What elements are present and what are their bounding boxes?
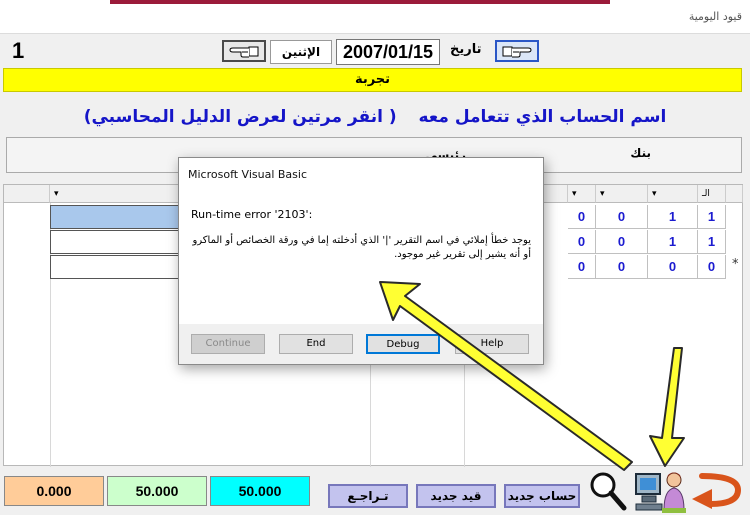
grid-header[interactable]: ▾ — [568, 185, 596, 203]
day-name-field: الإثنين — [270, 40, 332, 64]
table-cell[interactable]: 0 — [596, 255, 648, 279]
table-cell[interactable]: 1 — [698, 230, 726, 254]
pointing-hand-right-icon — [502, 46, 532, 58]
account-heading-label: اسم الحساب الذي تتعامل معه — [418, 107, 667, 127]
table-cell[interactable]: 0 — [648, 255, 698, 279]
grid-header-first: الـ — [698, 185, 726, 203]
date-field[interactable]: 2007/01/15 — [336, 39, 440, 65]
account-heading-hint: ( انقر مرتين لعرض الدليل المحاسبي) — [83, 107, 397, 127]
error-message: يوجد خطأ إملائي في اسم التقرير '|' الذي … — [192, 235, 531, 260]
new-account-button[interactable]: حساب جديد — [504, 484, 580, 508]
table-cell[interactable]: 1 — [698, 205, 726, 229]
continue-button: Continue — [191, 334, 265, 354]
table-cell[interactable]: 1 — [648, 230, 698, 254]
grid-header[interactable]: ▾ — [596, 185, 648, 203]
previous-day-button[interactable] — [222, 40, 266, 62]
dialog-title: Microsoft Visual Basic — [179, 158, 543, 188]
record-number: 1 — [12, 38, 25, 63]
debug-button[interactable]: Debug — [366, 334, 440, 354]
exit-button[interactable] — [688, 470, 744, 510]
back-arrow-icon — [692, 473, 742, 509]
end-button[interactable]: End — [279, 334, 353, 354]
next-day-button[interactable] — [495, 40, 539, 62]
date-label: تاريخ — [450, 42, 482, 57]
help-button[interactable]: Help — [455, 334, 529, 354]
grid-header — [4, 185, 50, 203]
grid-header[interactable]: ▾ — [648, 185, 698, 203]
new-entry-button[interactable]: قيد جديد — [416, 484, 496, 508]
table-cell[interactable]: 1 — [648, 205, 698, 229]
new-row-marker: * — [732, 257, 739, 272]
grid-select-all[interactable] — [726, 185, 743, 203]
window-title: قيود اليومية — [688, 10, 742, 23]
error-code: Run-time error '2103': — [191, 208, 313, 221]
table-cell[interactable]: 0 — [568, 230, 596, 254]
table-cell[interactable]: 0 — [568, 205, 596, 229]
pointing-hand-left-icon — [229, 46, 259, 58]
table-cell[interactable]: 0 — [596, 230, 648, 254]
account-guide-button[interactable] — [634, 466, 688, 514]
total-debit: 50.000 — [210, 476, 310, 506]
window-strip — [110, 0, 610, 4]
search-button[interactable] — [588, 470, 628, 512]
total-credit: 50.000 — [107, 476, 207, 506]
journal-banner: تجربة — [3, 68, 742, 92]
total-balance: 0.000 — [4, 476, 104, 506]
account-name: بنك — [630, 146, 651, 160]
dialog-body: Run-time error '2103': يوجد خطأ إملائي ف… — [179, 188, 543, 324]
magnifier-icon — [590, 472, 627, 511]
computer-user-icon — [635, 472, 686, 513]
error-dialog: Microsoft Visual Basic Run-time error '2… — [178, 157, 544, 365]
table-cell[interactable]: 0 — [698, 255, 726, 279]
title-bar: قيود اليومية — [0, 0, 750, 34]
table-cell[interactable]: 0 — [568, 255, 596, 279]
table-cell[interactable]: 0 — [596, 205, 648, 229]
undo-button[interactable]: تـراجـع — [328, 484, 408, 508]
account-heading: اسم الحساب الذي تتعامل معه ( انقر مرتين … — [0, 107, 750, 127]
